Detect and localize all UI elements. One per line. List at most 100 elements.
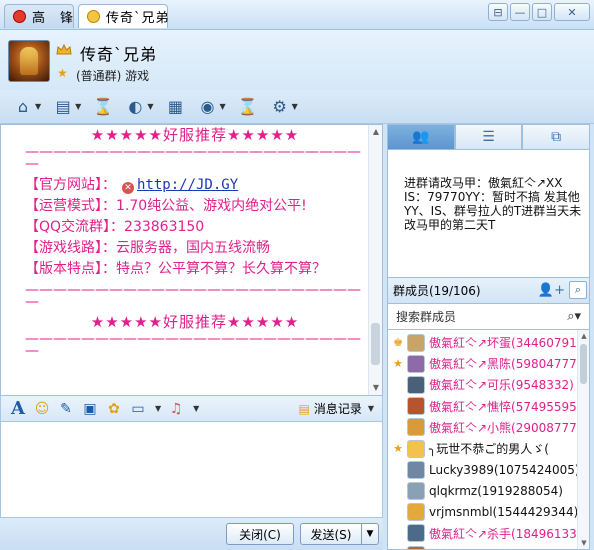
member-search-button[interactable]: ⌕ <box>569 281 587 299</box>
blocked-icon: ✕ <box>122 182 134 194</box>
video-icon: ◉ <box>200 97 215 116</box>
member-name: 傲氣紅亽↗杀手(38023377) <box>429 546 582 549</box>
group-name: 传奇`兄弟 <box>80 45 158 64</box>
emoji-icon[interactable]: ☺ <box>33 400 51 418</box>
image-icon[interactable]: ▣ <box>81 400 99 418</box>
main-toolbar: ⌂ ▼ ▤ ▼ ⌛ ◐ ▼ ▦ ◉ ▼ ⌛ ⚙ ▼ <box>0 90 594 124</box>
font-icon[interactable]: A <box>9 398 27 419</box>
member-row[interactable]: vrjmsnmbl(1544429344) <box>388 502 578 523</box>
members-header: 群成员(19/106) 👤+ ⌕ <box>387 278 590 304</box>
member-avatar[interactable] <box>407 545 425 549</box>
member-avatar[interactable] <box>407 397 425 416</box>
official-link[interactable]: http://JD.GY <box>137 177 238 193</box>
banner-top: ★★★★★好服推荐★★★★★ <box>90 126 300 144</box>
scroll-down-arrow-icon[interactable]: ▼ <box>369 381 382 395</box>
member-name: Lucky3989(1075424005) <box>429 462 580 477</box>
group-announcement: 进群请改马甲：傲氣紅亽↗XX IS：79770YY：暂时不搞 发其他YY、IS、… <box>387 150 590 278</box>
share-file-button[interactable]: ▤ ▼ <box>50 94 84 120</box>
member-name: 傲氣紅亽↗杀手(1849613313) <box>429 526 590 541</box>
restore-button[interactable]: ⊟ <box>488 3 508 21</box>
tab-members[interactable]: 👥 <box>387 124 455 150</box>
tab-windows[interactable]: ⧉ <box>522 124 591 150</box>
member-row[interactable]: ♚ 傲氣紅亽↗坏蛋(344607915) <box>388 332 589 353</box>
group-avatar[interactable] <box>8 40 50 82</box>
search-icon[interactable]: ⌕▾ <box>567 309 581 324</box>
send-options-button[interactable]: ▼ <box>361 523 379 545</box>
admin-star-icon: ★ <box>393 442 403 455</box>
input-toolbar: A ☺ ✎ ▣ ✿ ▭ ▼ ♫ ▼ ▤ 消息记录 ▼ <box>0 396 383 422</box>
windows-tab-icon: ⧉ <box>551 129 562 145</box>
member-search-placeholder: 搜索群成员 <box>396 310 457 324</box>
calendar-button[interactable]: ⌛ <box>90 94 116 120</box>
voice-chat-button[interactable]: ◐ ▼ <box>122 94 156 120</box>
member-scrollbar[interactable]: ▲ ▼ <box>577 330 589 549</box>
official-site-line: 【官方网站】： ✕ http://JD.GY <box>25 177 239 194</box>
member-row[interactable]: qlqkrmz(1919288054) <box>388 480 578 501</box>
message-input[interactable] <box>0 422 383 518</box>
member-row[interactable]: ★ 傲氣紅亽↗黑陈(598047777) <box>388 353 589 374</box>
send-button[interactable]: 发送(S) <box>300 523 362 545</box>
notice-tab-icon: ☰ <box>482 129 495 145</box>
shake-icon[interactable]: ✿ <box>105 400 123 418</box>
member-avatar[interactable] <box>407 503 425 522</box>
minimize-button[interactable]: — <box>510 3 530 21</box>
member-search-input[interactable]: 搜索群成员 ⌕▾ <box>387 304 590 330</box>
role-placeholder <box>391 463 405 477</box>
member-name: 傲氣紅亽↗可乐(9548332) <box>429 378 574 393</box>
gear-button[interactable]: ⚙ ▼ <box>267 94 301 120</box>
member-avatar[interactable] <box>407 375 425 394</box>
feature-line: 【版本特点】：特点？公平算不算？长久算不算？ <box>25 261 326 277</box>
add-member-icon[interactable]: 👤+ <box>538 283 565 298</box>
tab-group-chat[interactable]: 传奇`兄弟 <box>78 4 169 28</box>
magic-emoticon-icon[interactable]: ✎ <box>57 400 75 418</box>
member-avatar[interactable] <box>407 333 425 352</box>
close-window-button[interactable]: ✕ <box>554 3 590 21</box>
maximize-button[interactable]: □ <box>532 3 552 21</box>
member-scroll-down-icon[interactable]: ▼ <box>578 537 589 549</box>
member-row[interactable]: ★ ╮玩世不恭ご的男人ゞ( <box>388 438 578 459</box>
member-avatar[interactable] <box>407 418 425 437</box>
message-history-button[interactable]: ▤ 消息记录 ▼ <box>298 400 374 417</box>
chat-history[interactable]: ★★★★★好服推荐★★★★★ ———————————————————————— … <box>0 124 383 396</box>
divider-line-2: ———————————————————————— <box>25 284 361 296</box>
screenshot-icon[interactable]: ▭ <box>129 400 147 418</box>
tab-notices[interactable]: ☰ <box>454 124 523 150</box>
window-controls: ⊟ — □ ✕ <box>488 3 590 21</box>
tab-contact[interactable]: 高 锋 <box>4 4 74 28</box>
member-avatar[interactable] <box>407 460 425 479</box>
member-avatar[interactable] <box>407 481 425 500</box>
member-avatar[interactable] <box>407 354 425 373</box>
crown-icon <box>56 44 72 55</box>
video-button[interactable]: ◉ ▼ <box>194 94 228 120</box>
scroll-up-arrow-icon[interactable]: ▲ <box>369 125 382 139</box>
member-name: 傲氣紅亽↗坏蛋(344607915) <box>429 336 590 350</box>
group-type: (普通群) 游戏 <box>76 69 150 83</box>
divider-line: ———————————————————————— <box>25 146 361 158</box>
member-avatar[interactable] <box>407 439 425 458</box>
member-list: 傲氣紅亽↗杀手(38023377) 傲氣紅亽↗杀手(1849613313) vrjm… <box>387 330 590 550</box>
member-row[interactable]: 傲氣紅亽↗杀手(1849613313) <box>388 523 589 544</box>
home-button[interactable]: ⌂ ▼ <box>10 94 44 120</box>
member-row[interactable]: Lucky3989(1075424005) <box>388 459 580 480</box>
share-file-icon: ▤ <box>55 97 71 116</box>
close-button[interactable]: 关闭(C) <box>226 523 294 545</box>
qq-group-line: 【QQ交流群】：233863150 <box>25 219 205 235</box>
role-placeholder <box>391 526 405 540</box>
role-placeholder <box>391 399 405 413</box>
calendar-2-button[interactable]: ⌛ <box>235 94 261 120</box>
member-row[interactable]: 傲氣紅亽↗憔悴(574955958) <box>388 396 589 417</box>
member-row[interactable]: 傲氣紅亽↗可乐(9548332) <box>388 374 578 395</box>
chat-scrollbar[interactable]: ▲ ▼ <box>368 125 382 395</box>
bottom-bar: 关闭(C) 发送(S) ▼ <box>0 518 383 550</box>
owner-icon: ♚ <box>393 336 403 349</box>
member-row[interactable]: 傲氣紅亽↗小熊(290087776) <box>388 417 589 438</box>
calendar-icon: ⌛ <box>93 97 114 116</box>
chat-scroll-thumb[interactable] <box>371 323 380 365</box>
member-avatar[interactable] <box>407 524 425 543</box>
music-icon[interactable]: ♫ <box>167 400 185 418</box>
member-scroll-thumb[interactable] <box>580 344 587 384</box>
banner-bottom: ★★★★★好服推荐★★★★★ <box>90 313 300 331</box>
member-row[interactable]: 傲氣紅亽↗杀手(38023377) <box>388 544 582 549</box>
member-scroll-up-icon[interactable]: ▲ <box>578 330 589 342</box>
group-settings-button[interactable]: ▦ <box>162 94 188 120</box>
